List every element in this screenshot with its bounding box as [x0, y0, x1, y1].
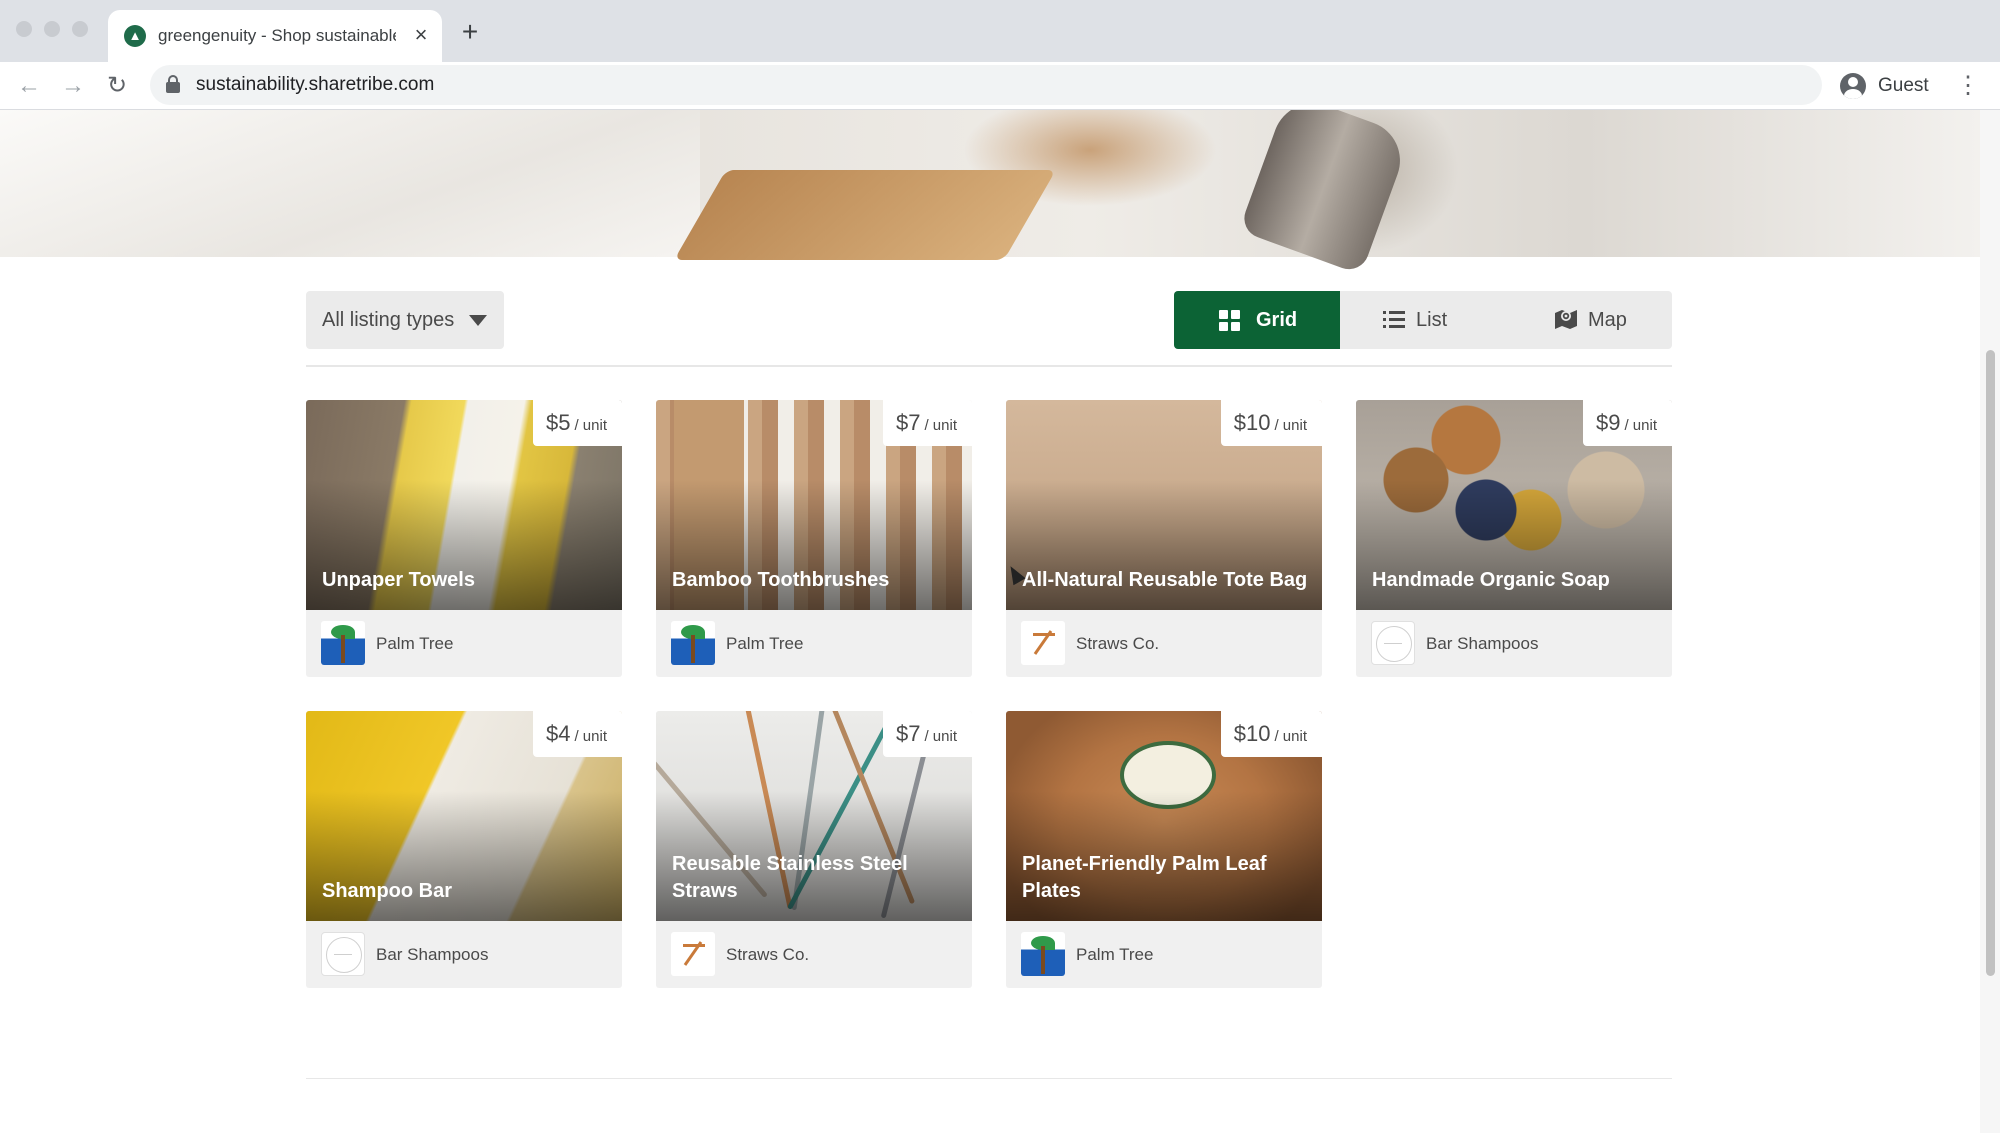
- listing-price: $7/ unit: [882, 400, 972, 446]
- forward-button[interactable]: →: [58, 71, 88, 101]
- listing-card[interactable]: Handmade Organic Soap $9/ unit Bar Shamp…: [1356, 400, 1672, 677]
- browser-menu-icon[interactable]: ⋮: [1956, 71, 1980, 101]
- listing-card[interactable]: Planet-Friendly Palm Leaf Plates $10/ un…: [1006, 711, 1322, 988]
- price-value: $5: [545, 410, 571, 435]
- map-icon: [1555, 310, 1577, 329]
- hero-banner-image: [0, 110, 1980, 275]
- author-avatar[interactable]: [321, 932, 365, 976]
- profile-label: Guest: [1878, 75, 1929, 96]
- browser-toolbar: ← → ↻ sustainability.sharetribe.com Gues…: [0, 62, 2000, 110]
- listing-title[interactable]: Planet-Friendly Palm Leaf Plates: [1022, 851, 1312, 905]
- listing-price: $7/ unit: [882, 711, 972, 757]
- listing-title[interactable]: Reusable Stainless Steel Straws: [672, 851, 962, 905]
- tab-close-icon[interactable]: ×: [408, 22, 434, 48]
- url-text[interactable]: sustainability.sharetribe.com: [196, 73, 434, 97]
- author-name[interactable]: Palm Tree: [726, 632, 803, 656]
- author-name[interactable]: Palm Tree: [1076, 943, 1153, 967]
- listing-author[interactable]: Palm Tree: [1006, 921, 1322, 988]
- reload-button[interactable]: ↻: [102, 71, 132, 101]
- lock-icon: [166, 75, 180, 93]
- page-scrollbar[interactable]: [1980, 110, 2000, 1133]
- author-avatar[interactable]: [1021, 621, 1065, 665]
- author-avatar[interactable]: [671, 932, 715, 976]
- window-close-dot[interactable]: [16, 21, 32, 37]
- list-icon: [1383, 310, 1405, 330]
- profile-button[interactable]: Guest: [1834, 68, 1940, 104]
- price-value: $4: [545, 721, 571, 746]
- listing-card[interactable]: Reusable Stainless Steel Straws $7/ unit…: [656, 711, 972, 988]
- tab-title: greengenuity - Shop sustainable: [158, 26, 396, 45]
- price-value: $10: [1233, 410, 1271, 435]
- author-avatar[interactable]: [1021, 932, 1065, 976]
- listing-title[interactable]: Bamboo Toothbrushes: [672, 567, 962, 594]
- price-value: $9: [1595, 410, 1621, 435]
- list-view-button[interactable]: List: [1340, 291, 1506, 349]
- author-name[interactable]: Bar Shampoos: [1426, 632, 1538, 656]
- listing-card[interactable]: Shampoo Bar $4/ unit Bar Shampoos: [306, 711, 622, 988]
- listing-type-filter-label: All listing types: [322, 309, 455, 331]
- listing-title[interactable]: Unpaper Towels: [322, 567, 612, 594]
- price-unit: / unit: [924, 728, 957, 745]
- price-value: $10: [1233, 721, 1271, 746]
- listing-card[interactable]: Unpaper Towels $5/ unit Palm Tree: [306, 400, 622, 677]
- author-avatar[interactable]: [321, 621, 365, 665]
- listing-author[interactable]: Bar Shampoos: [1356, 610, 1672, 677]
- section-divider: [306, 365, 1672, 367]
- browser-tab-bar: ▲ greengenuity - Shop sustainable × +: [0, 0, 2000, 62]
- price-unit: / unit: [1274, 728, 1307, 745]
- listing-author[interactable]: Straws Co.: [656, 921, 972, 988]
- author-avatar[interactable]: [1371, 621, 1415, 665]
- listing-card[interactable]: Bamboo Toothbrushes $7/ unit Palm Tree: [656, 400, 972, 677]
- listing-card[interactable]: All-Natural Reusable Tote Bag $10/ unit …: [1006, 400, 1322, 677]
- view-toggle: Grid List Map: [1174, 291, 1672, 349]
- price-unit: / unit: [574, 728, 607, 745]
- footer-divider: [306, 1078, 1672, 1079]
- list-view-label: List: [1416, 309, 1448, 331]
- price-unit: / unit: [1624, 417, 1657, 434]
- grid-view-label: Grid: [1256, 309, 1298, 331]
- listing-type-filter[interactable]: All listing types: [306, 291, 504, 349]
- address-bar[interactable]: sustainability.sharetribe.com: [150, 65, 1822, 105]
- listing-title[interactable]: All-Natural Reusable Tote Bag: [1022, 567, 1312, 594]
- listing-author[interactable]: Bar Shampoos: [306, 921, 622, 988]
- author-name[interactable]: Bar Shampoos: [376, 943, 488, 967]
- window-zoom-dot[interactable]: [72, 21, 88, 37]
- listing-price: $10/ unit: [1220, 400, 1322, 446]
- author-name[interactable]: Palm Tree: [376, 632, 453, 656]
- price-unit: / unit: [924, 417, 957, 434]
- price-value: $7: [895, 721, 921, 746]
- author-name[interactable]: Straws Co.: [1076, 632, 1159, 656]
- listing-price: $9/ unit: [1582, 400, 1672, 446]
- site-favicon-icon: ▲: [124, 25, 146, 47]
- listing-title[interactable]: Handmade Organic Soap: [1372, 567, 1662, 594]
- author-avatar[interactable]: [671, 621, 715, 665]
- listing-author[interactable]: Palm Tree: [656, 610, 972, 677]
- page-viewport: All listing types Grid List Map Unpaper …: [0, 110, 1980, 1133]
- listing-price: $5/ unit: [532, 400, 622, 446]
- listing-price: $4/ unit: [532, 711, 622, 757]
- profile-avatar-icon: [1840, 73, 1866, 99]
- map-view-label: Map: [1588, 309, 1627, 331]
- listing-price: $10/ unit: [1220, 711, 1322, 757]
- scrollbar-thumb[interactable]: [1986, 350, 1995, 976]
- browser-tab[interactable]: ▲ greengenuity - Shop sustainable ×: [108, 10, 442, 62]
- listing-author[interactable]: Palm Tree: [306, 610, 622, 677]
- grid-icon: [1219, 310, 1240, 331]
- listing-title[interactable]: Shampoo Bar: [322, 878, 612, 905]
- listing-author[interactable]: Straws Co.: [1006, 610, 1322, 677]
- back-button[interactable]: ←: [14, 71, 44, 101]
- author-name[interactable]: Straws Co.: [726, 943, 809, 967]
- price-unit: / unit: [574, 417, 607, 434]
- grid-view-button[interactable]: Grid: [1174, 291, 1340, 349]
- window-minimize-dot[interactable]: [44, 21, 60, 37]
- map-view-button[interactable]: Map: [1506, 291, 1672, 349]
- price-value: $7: [895, 410, 921, 435]
- new-tab-button[interactable]: +: [455, 17, 485, 47]
- caret-down-icon: [469, 315, 487, 326]
- price-unit: / unit: [1274, 417, 1307, 434]
